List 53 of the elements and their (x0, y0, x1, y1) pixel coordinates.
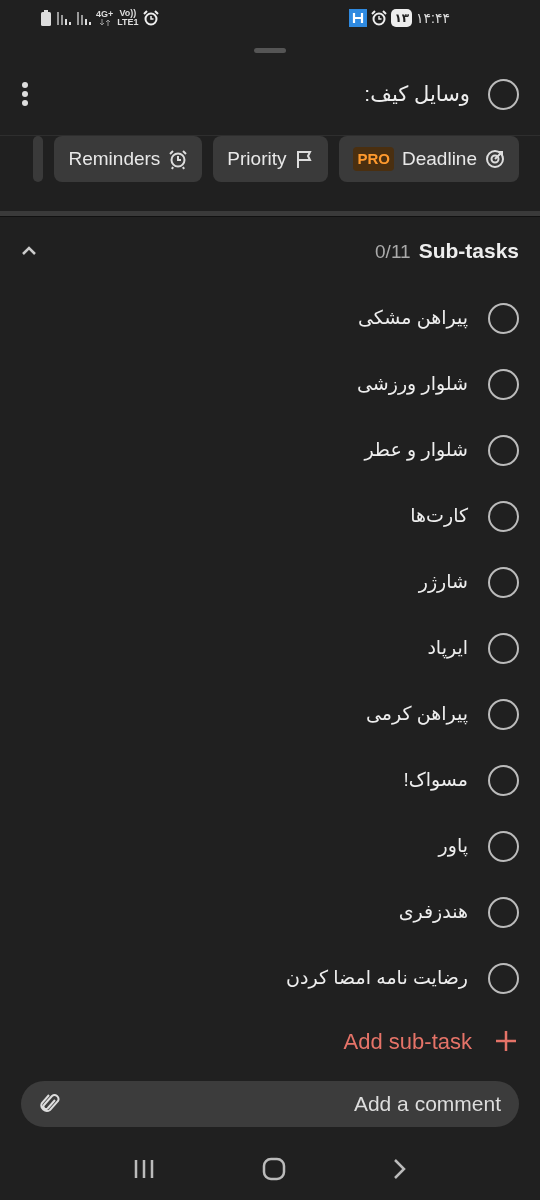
subtask-text: ایرپاد (427, 635, 468, 661)
volte-label: Vo)) (119, 9, 137, 18)
subtask-text: شلوار و عطر (364, 437, 468, 463)
data-arrows-icon (98, 19, 111, 26)
network-type: 4G+ (96, 10, 114, 19)
subtask-checkbox[interactable] (488, 962, 519, 994)
comment-field[interactable]: Add a comment (21, 1081, 519, 1127)
subtask-checkbox[interactable] (488, 302, 519, 334)
subtask-checkbox[interactable] (488, 566, 519, 598)
subtask-text: پیراهن مشکی (358, 305, 468, 331)
battery-icon (40, 10, 52, 26)
clock-time: ۱۴:۴۴ (416, 8, 450, 28)
subtask-text: کارت‌ها (410, 503, 468, 529)
subtask-text: پیراهن کرمی (365, 701, 468, 727)
back-icon[interactable] (392, 1158, 407, 1180)
subtask-text: شارژر (418, 569, 468, 595)
subtask-checkbox[interactable] (488, 632, 519, 664)
subtask-text: پاور (438, 833, 468, 859)
subtask-checkbox[interactable] (488, 434, 519, 466)
subtask-text: رضایت نامه امضا کردن (286, 965, 468, 991)
app-icon (349, 9, 368, 27)
subtask-text: هندزفری (398, 899, 468, 925)
more-icon[interactable] (21, 81, 29, 107)
alarm-icon (371, 10, 388, 26)
task-title: وسایل کیف: (364, 81, 470, 108)
chip-button[interactable]: PRO Deadline (339, 136, 519, 182)
collapse-chevron-icon[interactable] (21, 246, 37, 256)
subtask-checkbox[interactable] (488, 500, 519, 532)
subtask-checkbox[interactable] (488, 698, 519, 730)
subtask-checkbox[interactable] (488, 764, 519, 796)
date-badge: ۱۳ (391, 9, 413, 27)
subtask-text: مسواک! (403, 767, 468, 793)
drag-handle[interactable] (254, 48, 286, 53)
pro-badge: PRO (353, 146, 394, 172)
add-subtask-link[interactable]: Add sub-task (343, 1024, 472, 1058)
task-checkbox[interactable] (488, 78, 519, 110)
subtask-text: شلوار ورزشی (356, 371, 468, 397)
subtask-checkbox[interactable] (488, 896, 519, 928)
signal-icon (76, 11, 92, 25)
signal-icon (56, 11, 72, 25)
chip-button[interactable]: Reminders (54, 136, 203, 182)
recent-apps-icon[interactable] (133, 1159, 156, 1179)
alarm-icon (142, 10, 159, 26)
target-icon (485, 148, 505, 170)
subtask-count: 0/11 (375, 240, 411, 265)
section-title: Sub-tasks (418, 238, 519, 265)
chip-button[interactable]: Priority (213, 136, 329, 182)
lte-label: LTE1 (117, 18, 139, 27)
subtask-checkbox[interactable] (488, 830, 519, 862)
plus-icon[interactable] (496, 1031, 516, 1051)
home-icon[interactable] (262, 1157, 286, 1181)
subtask-checkbox[interactable] (488, 368, 519, 400)
alarm-clock-icon (168, 148, 189, 170)
